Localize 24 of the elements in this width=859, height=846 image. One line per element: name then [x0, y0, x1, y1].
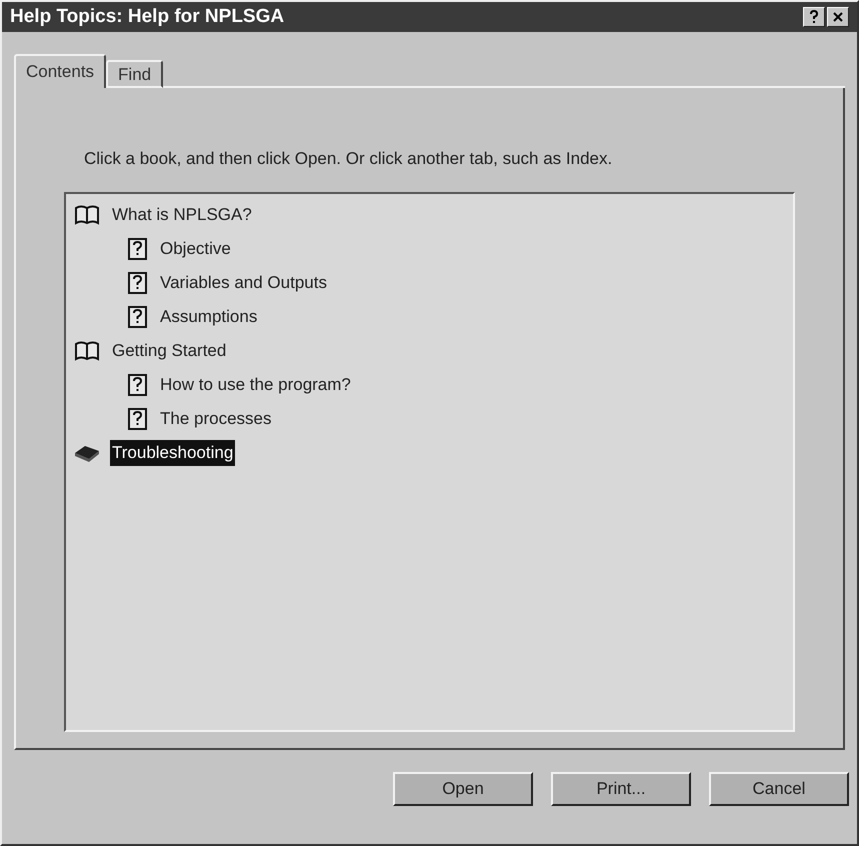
help-page-icon	[128, 272, 148, 294]
tree-item[interactable]: Objective	[158, 236, 233, 262]
tree-item[interactable]: The processes	[158, 406, 274, 432]
dialog-button[interactable]: Print...	[551, 772, 691, 806]
dialog-button[interactable]: Cancel	[709, 772, 849, 806]
tree-item[interactable]: Variables and Outputs	[158, 270, 329, 296]
tree-item[interactable]: What is NPLSGA?	[110, 202, 254, 228]
tab[interactable]: Find	[106, 60, 164, 88]
help-page-icon	[128, 238, 148, 260]
help-icon	[809, 10, 819, 24]
close-button[interactable]	[827, 7, 849, 27]
tree-item[interactable]: Getting Started	[110, 338, 228, 364]
dialog-button[interactable]: Open	[393, 772, 533, 806]
help-button[interactable]	[803, 7, 825, 27]
close-icon	[833, 12, 843, 22]
tab[interactable]: Contents	[14, 54, 106, 88]
window-title: Help Topics: Help for NPLSGA	[10, 4, 286, 29]
tree-item[interactable]: How to use the program?	[158, 372, 353, 398]
tree-item[interactable]: Assumptions	[158, 304, 260, 330]
help-page-icon	[128, 374, 148, 396]
instruction-text: Click a book, and then click Open. Or click another tab, such as Index.	[84, 149, 612, 168]
tree-item[interactable]: Troubleshooting	[110, 440, 236, 466]
help-page-icon	[128, 408, 148, 430]
help-page-icon	[128, 306, 148, 328]
